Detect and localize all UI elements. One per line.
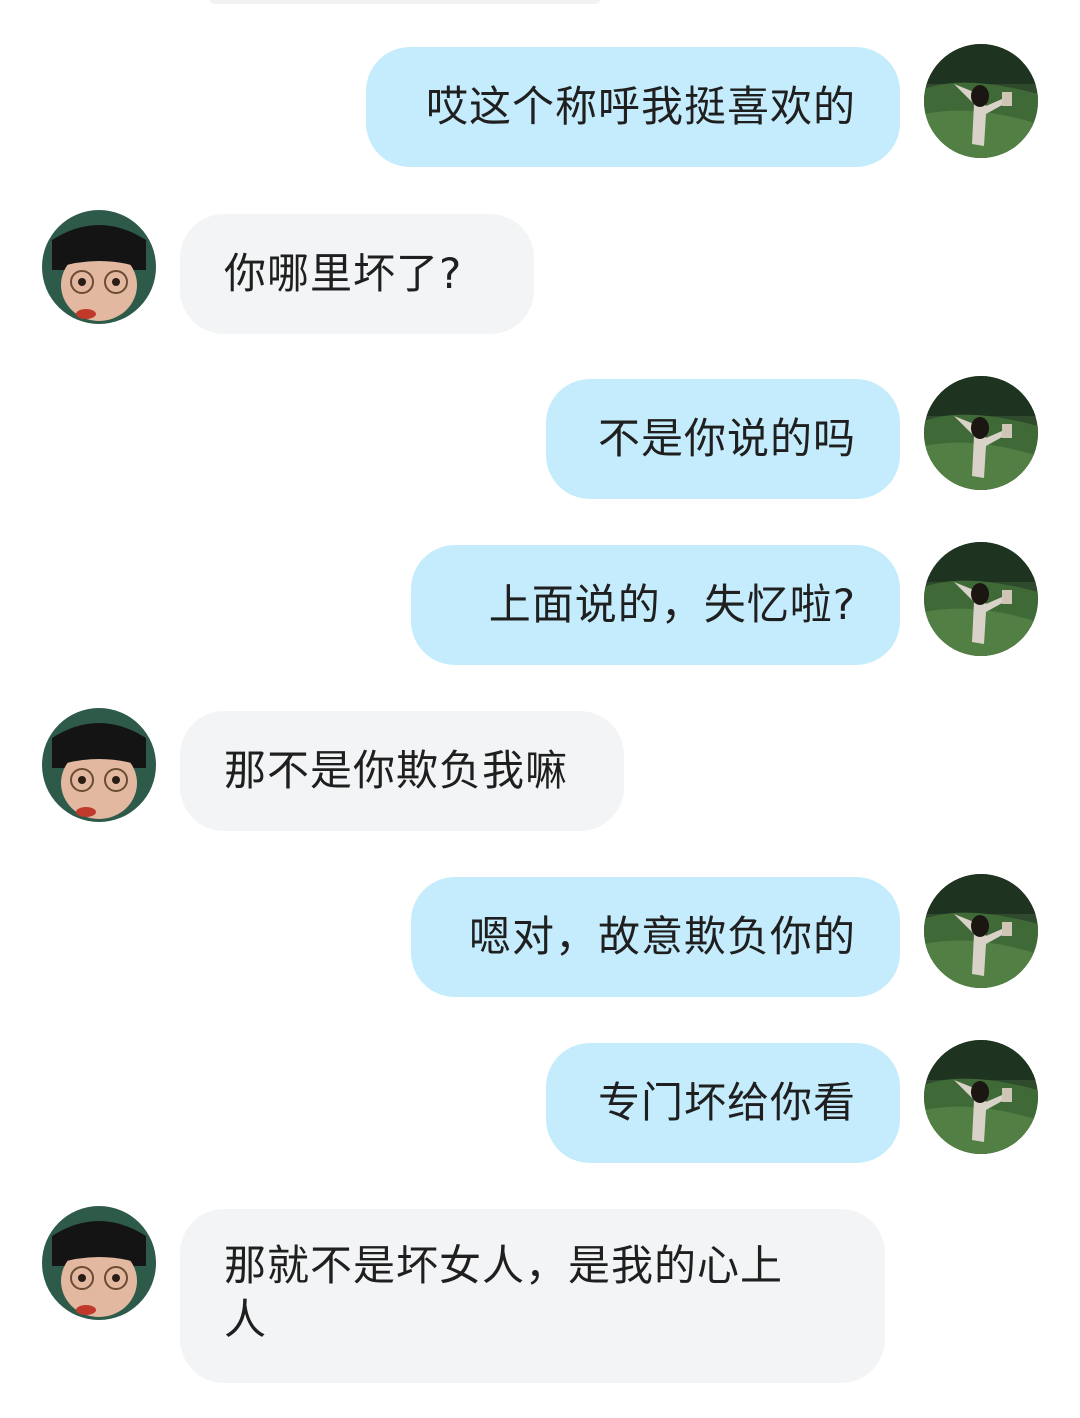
message-text: 不是你说的吗 <box>597 414 856 463</box>
message-bubble[interactable]: 上面说的，失忆啦? <box>411 545 900 665</box>
avatar-girl-in-meadow-icon <box>924 44 1038 158</box>
message-text: 上面说的，失忆啦? <box>488 580 856 629</box>
message-row: 嗯对，故意欺负你的 <box>0 874 1080 998</box>
message-bubble[interactable]: 嗯对，故意欺负你的 <box>411 877 900 997</box>
message-row: 上面说的，失忆啦? <box>0 542 1080 666</box>
my-avatar[interactable] <box>924 874 1038 988</box>
message-text: 你哪里坏了? <box>224 249 463 298</box>
avatar-girl-in-meadow-icon <box>924 874 1038 988</box>
avatar-girl-in-meadow-icon <box>924 376 1038 490</box>
avatar-boy-with-glasses-icon <box>42 210 156 324</box>
message-row: 那不是你欺负我嘛 <box>0 708 1080 832</box>
avatar-boy-with-glasses-icon <box>42 1206 156 1320</box>
message-text: 那不是你欺负我嘛 <box>224 746 569 795</box>
message-text: 专门坏给你看 <box>597 1078 856 1127</box>
message-row: 那就不是坏女人，是我的心上人 <box>0 1206 1080 1386</box>
message-text: 那就不是坏女人，是我的心上人 <box>224 1241 784 1344</box>
my-avatar[interactable] <box>924 44 1038 158</box>
message-row: 不是你说的吗 <box>0 376 1080 500</box>
my-avatar[interactable] <box>924 376 1038 490</box>
avatar-girl-in-meadow-icon <box>924 1040 1038 1154</box>
contact-avatar[interactable] <box>42 708 156 822</box>
contact-avatar[interactable] <box>42 1206 156 1320</box>
avatar-girl-in-meadow-icon <box>924 542 1038 656</box>
message-text: 哎这个称呼我挺喜欢的 <box>425 82 856 131</box>
avatar-boy-with-glasses-icon <box>42 708 156 822</box>
my-avatar[interactable] <box>924 1040 1038 1154</box>
message-bubble[interactable]: 不是你说的吗 <box>546 379 900 499</box>
message-bubble[interactable]: 专门坏给你看 <box>546 1043 900 1163</box>
message-row: 哎这个称呼我挺喜欢的 <box>0 44 1080 168</box>
message-bubble[interactable]: 你哪里坏了? <box>180 214 534 334</box>
message-text: 嗯对，故意欺负你的 <box>468 912 856 961</box>
message-row: 你哪里坏了? <box>0 210 1080 334</box>
message-row: 专门坏给你看 <box>0 1040 1080 1164</box>
previous-message-edge <box>210 0 600 4</box>
my-avatar[interactable] <box>924 542 1038 656</box>
message-bubble[interactable]: 那就不是坏女人，是我的心上人 <box>180 1209 885 1383</box>
message-bubble[interactable]: 哎这个称呼我挺喜欢的 <box>366 47 900 167</box>
contact-avatar[interactable] <box>42 210 156 324</box>
message-bubble[interactable]: 那不是你欺负我嘛 <box>180 711 624 831</box>
